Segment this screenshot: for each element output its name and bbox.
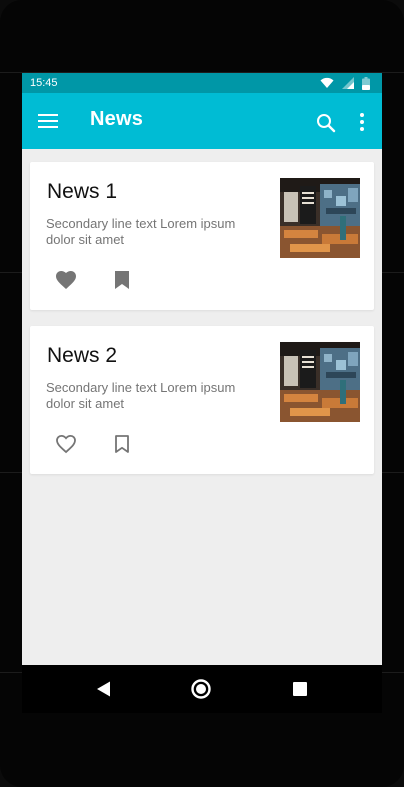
news-thumbnail[interactable]	[280, 178, 360, 258]
status-icons	[320, 76, 370, 90]
back-icon[interactable]	[94, 679, 114, 699]
news-card[interactable]: News 1 Secondary line text Lorem ipsum d…	[30, 162, 374, 310]
app-title: News	[90, 108, 144, 130]
news-card[interactable]: News 2 Secondary line text Lorem ipsum d…	[30, 326, 374, 474]
news-title: News 1	[47, 180, 118, 203]
menu-icon	[38, 114, 58, 128]
search-icon	[317, 114, 336, 133]
bookmark-button[interactable]	[110, 432, 134, 456]
bookmark-outline-icon	[115, 435, 129, 453]
app-screen: 15:45 News News 1 Secondary line text Lo…	[22, 73, 382, 665]
cafe-photo	[280, 178, 360, 258]
more-options-button[interactable]	[350, 110, 374, 134]
status-bar: 15:45	[22, 73, 382, 93]
battery-icon	[362, 76, 370, 90]
recents-icon[interactable]	[293, 682, 307, 696]
news-thumbnail[interactable]	[280, 342, 360, 422]
system-nav-bar	[22, 665, 382, 713]
news-subtitle: Secondary line text Lorem ipsum dolor si…	[46, 380, 236, 411]
news-title: News 2	[47, 344, 118, 367]
bookmark-filled-icon	[115, 271, 129, 289]
wifi-icon	[320, 77, 334, 88]
heart-filled-icon	[56, 271, 76, 289]
search-button[interactable]	[314, 111, 338, 135]
menu-button[interactable]	[36, 109, 60, 133]
favorite-button[interactable]	[54, 268, 78, 292]
heart-outline-icon	[56, 434, 76, 454]
more-vert-icon	[360, 113, 364, 131]
news-list: News 1 Secondary line text Lorem ipsum d…	[30, 162, 374, 490]
cafe-photo	[280, 342, 360, 422]
app-bar: News	[22, 93, 382, 149]
status-time: 15:45	[30, 77, 58, 89]
home-icon[interactable]	[190, 678, 212, 700]
news-subtitle: Secondary line text Lorem ipsum dolor si…	[46, 216, 236, 247]
favorite-button[interactable]	[54, 432, 78, 456]
bookmark-button[interactable]	[110, 268, 134, 292]
signal-icon	[342, 77, 354, 89]
